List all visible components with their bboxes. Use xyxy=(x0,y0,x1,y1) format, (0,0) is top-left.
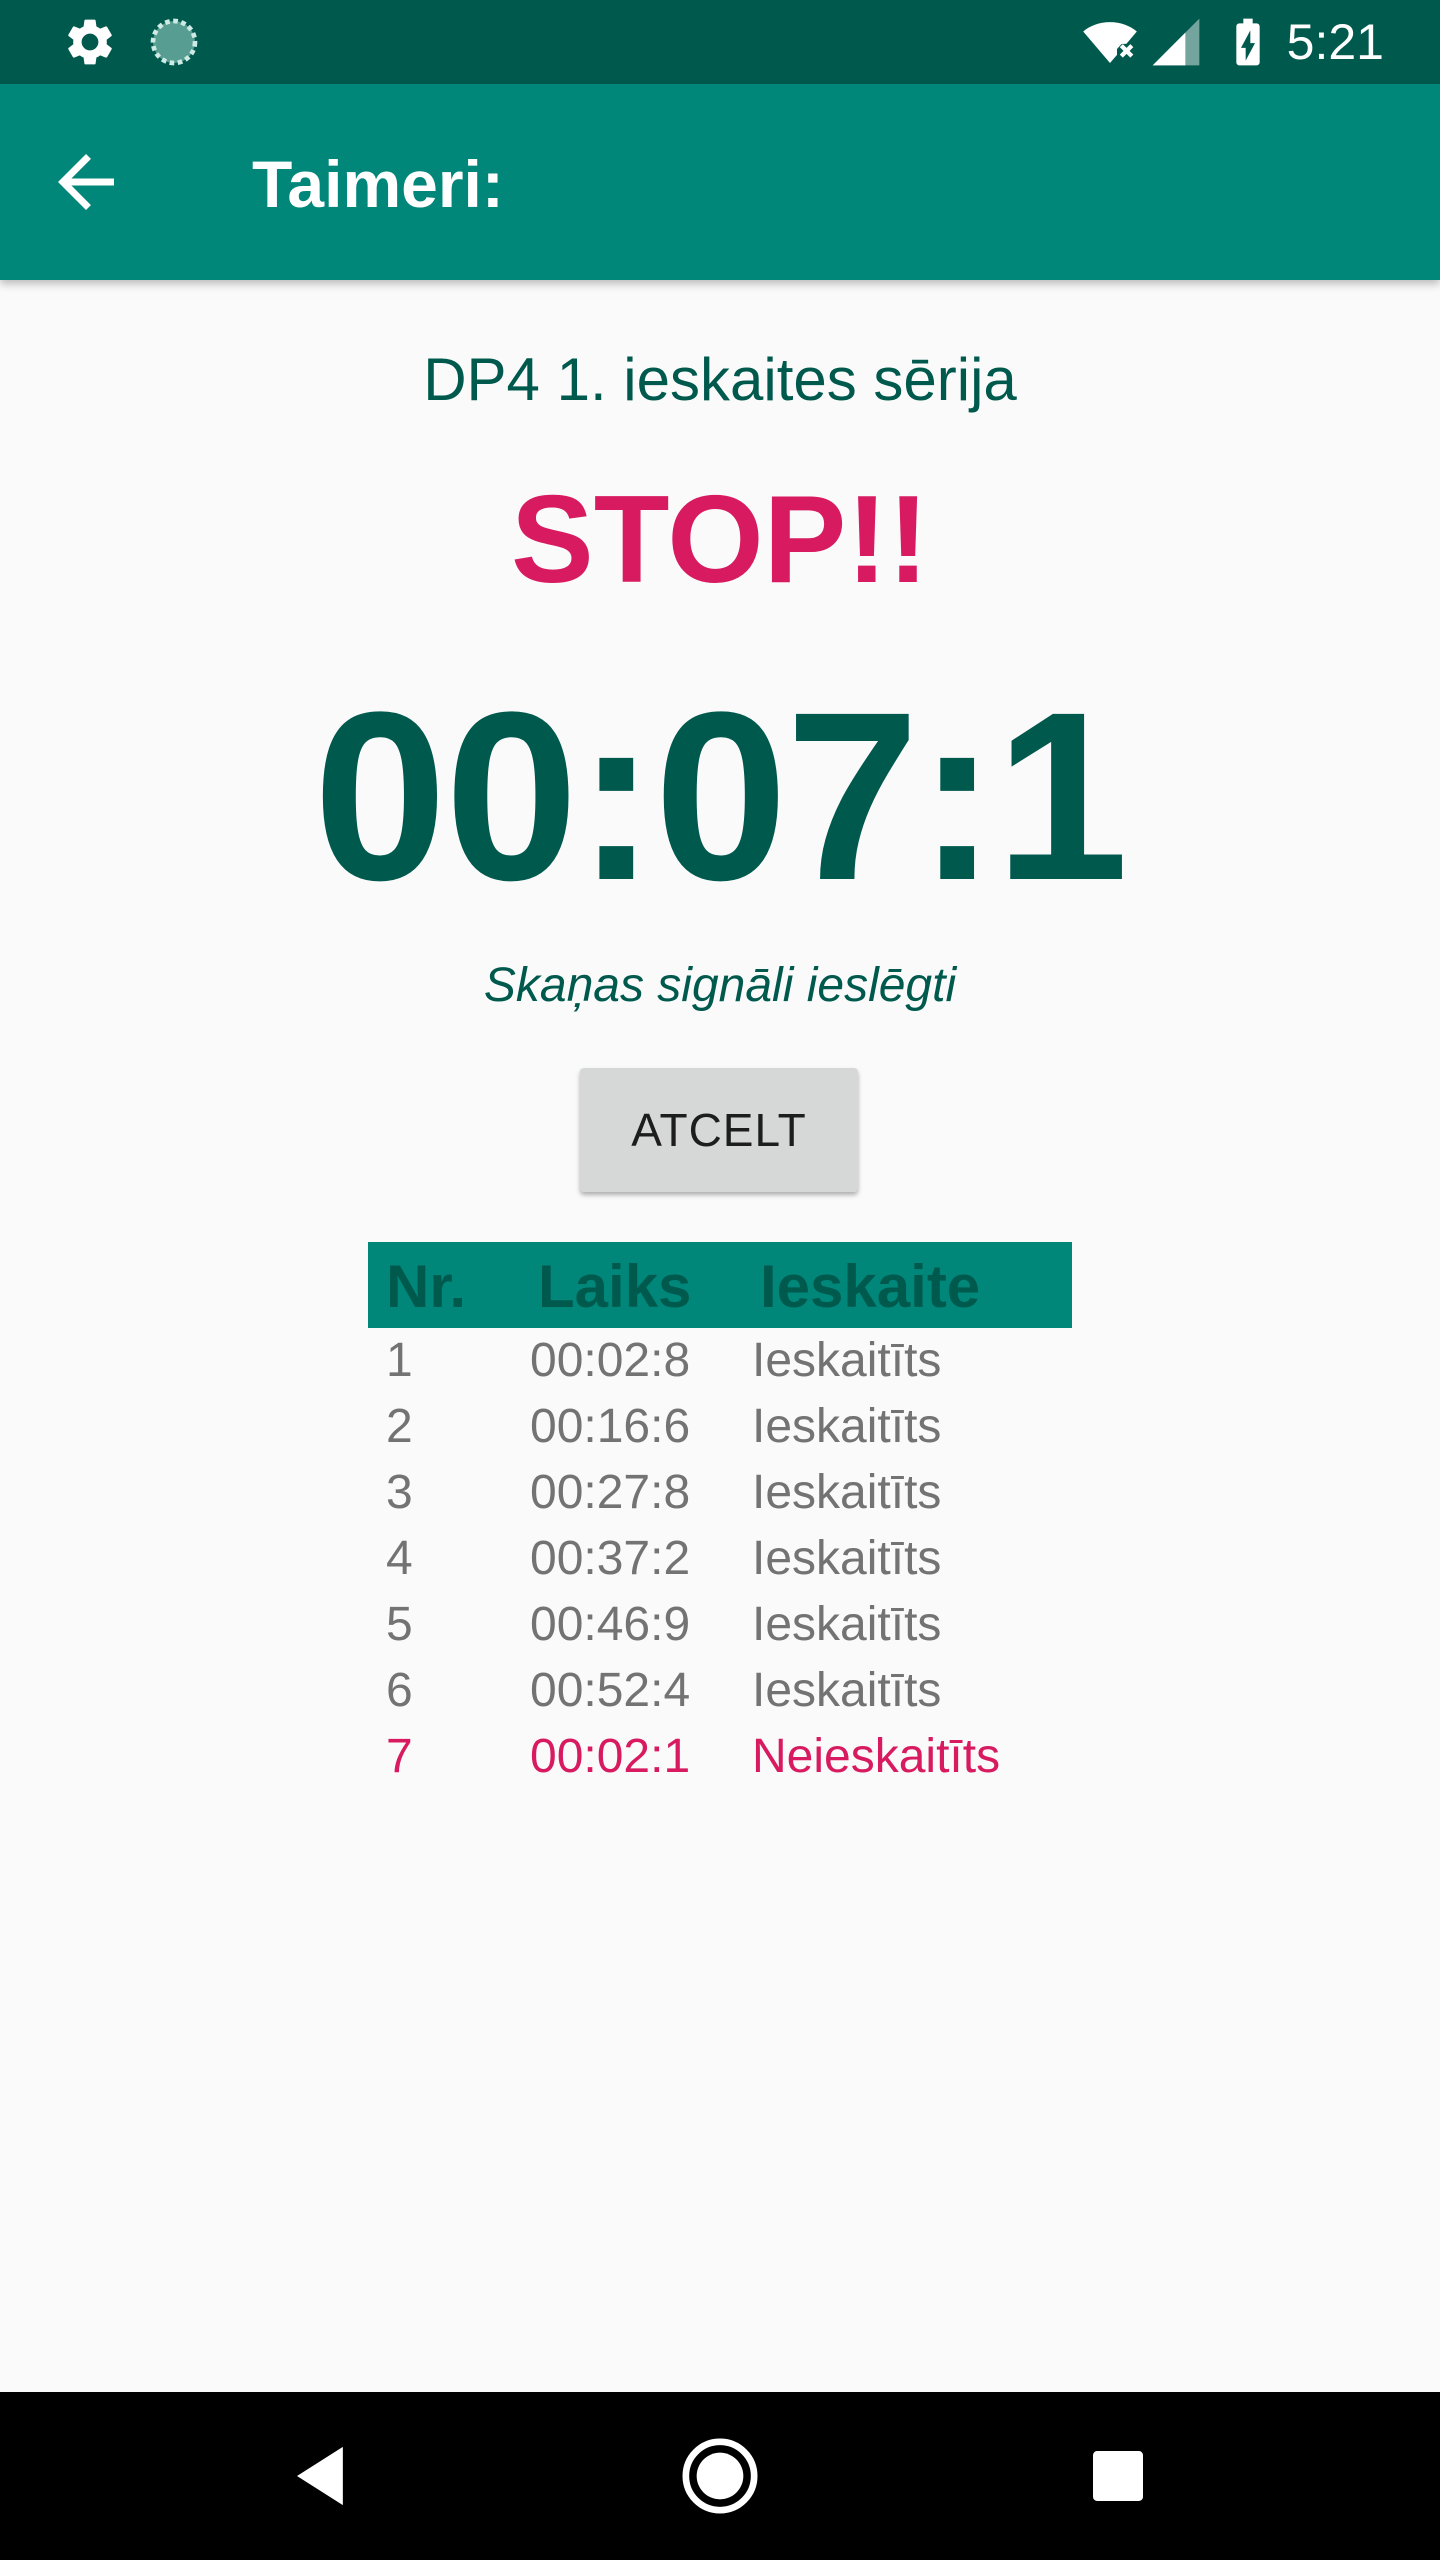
nav-home-icon xyxy=(682,2438,758,2514)
app-bar: Taimeri: xyxy=(0,84,1440,280)
row-status: Ieskaitīts xyxy=(752,1664,942,1717)
cancel-button[interactable]: ATCELT xyxy=(580,1068,858,1192)
row-nr: 4 xyxy=(386,1532,413,1585)
table-row: 4 00:37:2 Ieskaitīts xyxy=(368,1526,1072,1592)
page-title: Taimeri: xyxy=(252,147,504,221)
nav-home-button[interactable] xyxy=(670,2426,770,2526)
nav-back-button[interactable] xyxy=(272,2426,372,2526)
row-nr: 1 xyxy=(386,1334,413,1387)
row-time: 00:16:6 xyxy=(530,1400,691,1453)
nav-recents-icon xyxy=(1093,2451,1143,2501)
table-row-failed: 7 00:02:1 Neieskaitīts xyxy=(368,1724,1072,1790)
sync-icon xyxy=(150,18,198,66)
status-time: 5:21 xyxy=(1286,14,1384,70)
header-nr: Nr. xyxy=(386,1253,467,1320)
row-status: Ieskaitīts xyxy=(752,1334,942,1387)
row-nr: 7 xyxy=(386,1730,413,1783)
signal-icon xyxy=(1152,18,1200,66)
settings-icon xyxy=(68,19,112,65)
row-time: 00:37:2 xyxy=(530,1532,691,1585)
row-nr: 5 xyxy=(386,1598,413,1651)
row-time: 00:02:8 xyxy=(530,1334,691,1387)
header-time: Laiks xyxy=(538,1253,692,1320)
row-status: Ieskaitīts xyxy=(752,1400,942,1453)
sound-status-text: Skaņas signāli ieslēgti xyxy=(483,959,957,1012)
table-row: 2 00:16:6 Ieskaitīts xyxy=(368,1394,1072,1460)
row-status: Neieskaitīts xyxy=(752,1730,1001,1783)
table-row: 5 00:46:9 Ieskaitīts xyxy=(368,1592,1072,1658)
row-time: 00:02:1 xyxy=(530,1730,691,1783)
arrow-back-icon xyxy=(58,154,114,210)
row-nr: 2 xyxy=(386,1400,413,1453)
table-row: 3 00:27:8 Ieskaitīts xyxy=(368,1460,1072,1526)
row-status: Ieskaitīts xyxy=(752,1466,942,1519)
row-nr: 6 xyxy=(386,1664,413,1717)
wifi-icon xyxy=(1083,22,1137,63)
table-row: 1 00:02:8 Ieskaitīts xyxy=(368,1328,1072,1394)
stop-label: STOP!! xyxy=(511,471,929,609)
row-nr: 3 xyxy=(386,1466,413,1519)
navigation-bar xyxy=(0,2392,1440,2560)
row-status: Ieskaitīts xyxy=(752,1598,942,1651)
row-time: 00:27:8 xyxy=(530,1466,691,1519)
nav-recents-button[interactable] xyxy=(1068,2426,1168,2526)
nav-back-icon xyxy=(297,2446,343,2506)
row-time: 00:52:4 xyxy=(530,1664,691,1717)
row-time: 00:46:9 xyxy=(530,1598,691,1651)
series-title: DP4 1. ieskaites sērija xyxy=(423,346,1017,413)
header-status: Ieskaite xyxy=(760,1253,981,1320)
results-table: Nr. Laiks Ieskaite 1 00:02:8 Ieskaitīts … xyxy=(368,1242,1072,1790)
timer-display: 00:07:1 xyxy=(313,662,1128,930)
battery-charging-icon xyxy=(1236,18,1260,66)
table-row: 6 00:52:4 Ieskaitīts xyxy=(368,1658,1072,1724)
back-button[interactable] xyxy=(44,140,148,224)
row-status: Ieskaitīts xyxy=(752,1532,942,1585)
status-bar: 5:21 xyxy=(0,0,1440,84)
table-header: Nr. Laiks Ieskaite xyxy=(368,1242,1072,1328)
